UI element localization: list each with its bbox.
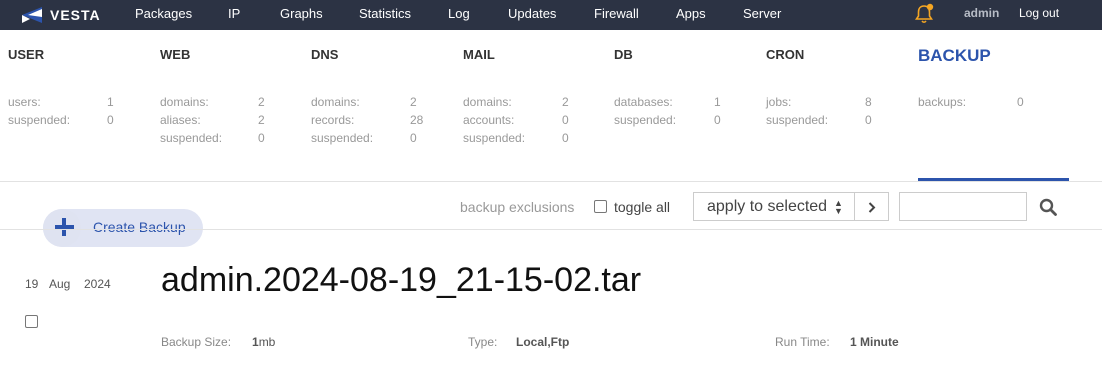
backup-filename[interactable]: admin.2024-08-19_21-15-02.tar [161, 261, 641, 300]
backup-size-number: 1 [252, 335, 259, 349]
stat-label: records: [311, 113, 355, 127]
stat-label: jobs: [766, 95, 792, 109]
top-navbar: VESTA Packages IP Graphs Statistics Log … [0, 0, 1102, 30]
stat-value: 0 [107, 113, 114, 127]
stat-label: domains: [160, 95, 209, 109]
vesta-logo[interactable]: VESTA [20, 4, 101, 26]
action-select-value: apply to selected [707, 198, 828, 215]
nav-apps[interactable]: Apps [676, 0, 706, 30]
backup-size-unit: mb [258, 335, 276, 349]
toggle-all-label[interactable]: toggle all [614, 199, 670, 215]
nav-ip[interactable]: IP [228, 0, 240, 30]
stat-value: 0 [562, 131, 569, 145]
toggle-all-checkbox[interactable] [594, 200, 607, 213]
stat-value: 2 [562, 95, 569, 109]
stat-label: suspended: [160, 131, 223, 145]
stat-label: users: [8, 95, 41, 109]
stats-title-db[interactable]: DB [614, 47, 633, 62]
nav-firewall[interactable]: Firewall [594, 0, 639, 30]
search-icon[interactable] [1039, 198, 1057, 216]
stat-value: 28 [410, 113, 424, 127]
stat-value: 1 [714, 95, 721, 109]
stat-label: databases: [614, 95, 673, 109]
stat-value: 0 [258, 131, 265, 145]
stats-title-web[interactable]: WEB [160, 47, 190, 62]
stat-value: 2 [258, 95, 265, 109]
stat-value: 0 [714, 113, 721, 127]
stat-value: 1 [107, 95, 114, 109]
nav-updates[interactable]: Updates [508, 0, 556, 30]
nav-graphs[interactable]: Graphs [280, 0, 323, 30]
vesta-logo-icon [22, 7, 42, 23]
backup-exclusions-link[interactable]: backup exclusions [460, 199, 574, 215]
backup-date-day: 19 [25, 277, 39, 291]
stat-label: accounts: [463, 113, 515, 127]
plus-icon-vertical [62, 218, 66, 236]
stat-label: suspended: [311, 131, 374, 145]
stat-label: suspended: [766, 113, 829, 127]
stat-value: 8 [865, 95, 872, 109]
stat-value: 2 [410, 95, 417, 109]
nav-server[interactable]: Server [743, 0, 781, 30]
stat-label: aliases: [160, 113, 201, 127]
stats-panel: USER users: 1 suspended: 0 WEB domains: … [0, 30, 1102, 181]
nav-packages[interactable]: Packages [135, 0, 192, 30]
chevron-right-icon [868, 202, 876, 213]
divider [0, 181, 1102, 182]
stat-label: backups: [918, 95, 967, 109]
backup-type-label: Type: [468, 335, 498, 349]
stat-value: 0 [562, 113, 569, 127]
stat-value: 0 [865, 113, 872, 127]
stat-label: domains: [463, 95, 512, 109]
stat-label: suspended: [614, 113, 677, 127]
stat-value: 0 [1017, 95, 1024, 109]
stat-label: domains: [311, 95, 360, 109]
action-select[interactable]: apply to selected ▲ ▼ [693, 192, 855, 221]
nav-log[interactable]: Log [448, 0, 470, 30]
backup-date-month: Aug [49, 277, 71, 291]
stats-title-cron[interactable]: CRON [766, 47, 804, 62]
stat-label: suspended: [463, 131, 526, 145]
current-user-link[interactable]: admin [964, 0, 999, 27]
logo-text: VESTA [50, 7, 101, 23]
updown-arrows-icon: ▲ ▼ [834, 198, 843, 216]
stat-value: 2 [258, 113, 265, 127]
stat-label: suspended: [8, 113, 71, 127]
backup-type-value: Local,Ftp [516, 335, 570, 349]
stats-title-mail[interactable]: MAIL [463, 47, 495, 62]
stats-title-user[interactable]: USER [8, 47, 44, 62]
backup-runtime-value: 1 Minute [850, 335, 899, 349]
backup-date-year: 2024 [84, 277, 111, 291]
stats-title-dns[interactable]: DNS [311, 47, 338, 62]
logout-link[interactable]: Log out [1019, 0, 1059, 27]
search-input[interactable] [899, 192, 1027, 221]
apply-action-button[interactable] [854, 192, 889, 221]
backup-row-checkbox[interactable] [25, 315, 38, 328]
nav-statistics[interactable]: Statistics [359, 0, 411, 30]
backup-size-label: Backup Size: [161, 335, 232, 349]
notifications-bell-icon[interactable] [913, 3, 935, 25]
divider [0, 229, 1102, 230]
create-backup-label[interactable]: Create Backup [93, 219, 186, 235]
backup-runtime-label: Run Time: [775, 335, 830, 349]
stats-title-backup[interactable]: BACKUP [918, 46, 991, 66]
stat-value: 0 [410, 131, 417, 145]
backup-size-value: 1mb [252, 335, 275, 349]
